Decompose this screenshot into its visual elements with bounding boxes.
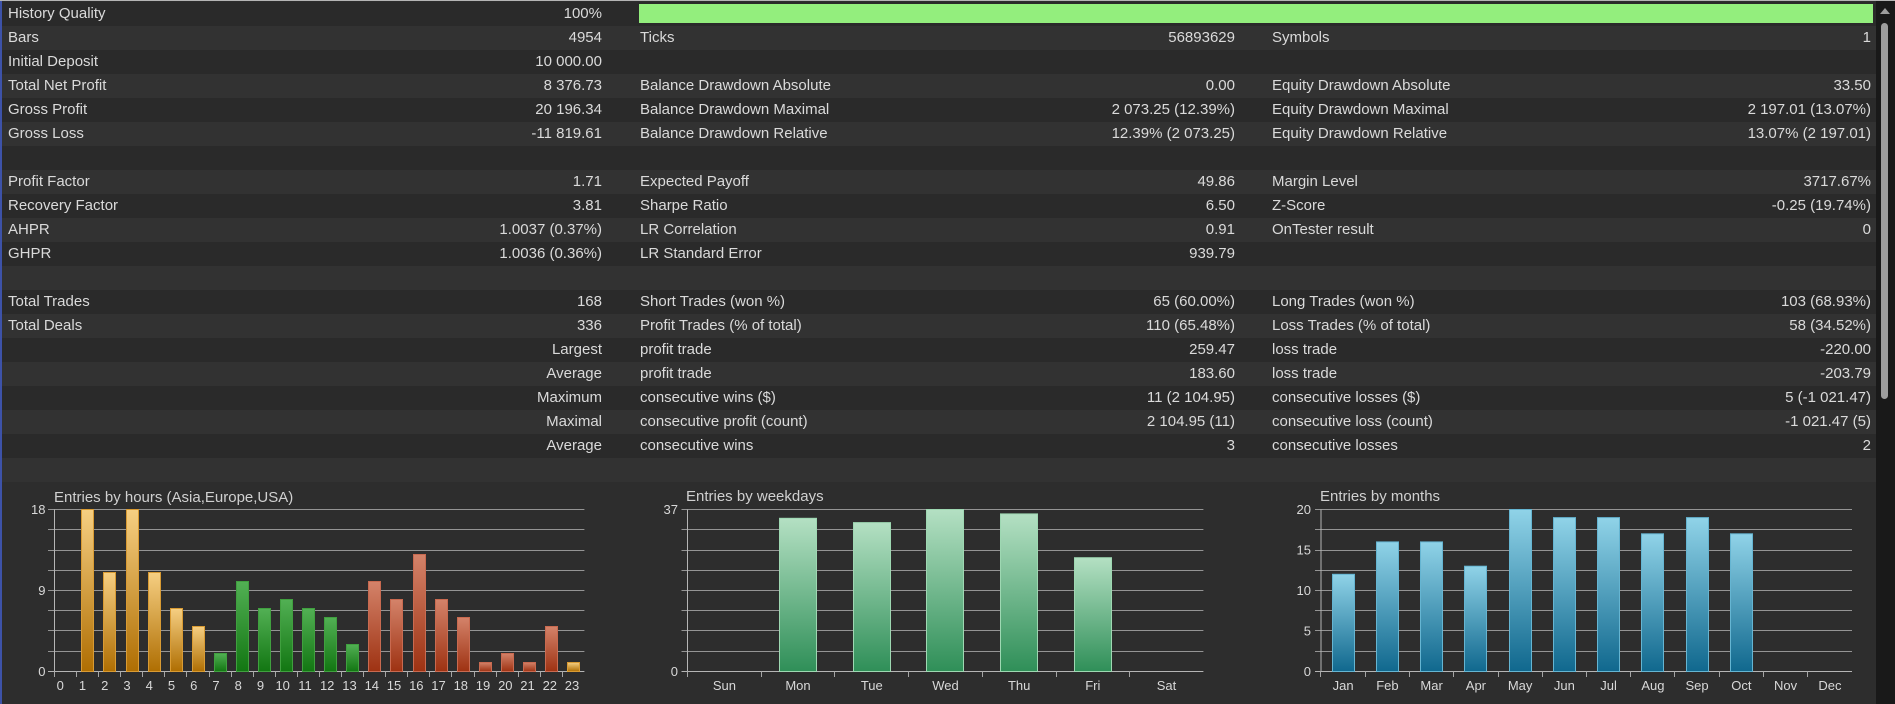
svg-text:16: 16	[409, 678, 423, 693]
svg-text:Entries by hours (Asia,Europe,: Entries by hours (Asia,Europe,USA)	[54, 489, 293, 506]
svg-text:Sun: Sun	[713, 678, 736, 693]
svg-text:May: May	[1508, 678, 1533, 693]
svg-text:20: 20	[1297, 502, 1311, 517]
svg-text:Tue: Tue	[861, 678, 883, 693]
svg-text:20: 20	[498, 678, 512, 693]
svg-text:Thu: Thu	[1008, 678, 1030, 693]
svg-text:Jul: Jul	[1600, 678, 1617, 693]
svg-text:9: 9	[38, 583, 45, 598]
svg-text:17: 17	[431, 678, 445, 693]
svg-text:1: 1	[79, 678, 86, 693]
svg-text:Jan: Jan	[1333, 678, 1354, 693]
svg-text:Sat: Sat	[1157, 678, 1177, 693]
svg-text:0: 0	[671, 664, 678, 679]
svg-text:Wed: Wed	[932, 678, 959, 693]
svg-text:37: 37	[664, 502, 678, 517]
svg-text:14: 14	[365, 678, 379, 693]
svg-text:Dec: Dec	[1818, 678, 1842, 693]
svg-text:Oct: Oct	[1731, 678, 1752, 693]
svg-text:5: 5	[168, 678, 175, 693]
svg-text:10: 10	[1297, 583, 1311, 598]
svg-text:Entries by months: Entries by months	[1320, 488, 1440, 505]
svg-text:22: 22	[543, 678, 557, 693]
svg-text:23: 23	[565, 678, 579, 693]
svg-text:Fri: Fri	[1085, 678, 1100, 693]
svg-text:0: 0	[1304, 664, 1311, 679]
svg-text:Mon: Mon	[785, 678, 810, 693]
svg-text:Jun: Jun	[1554, 678, 1575, 693]
svg-text:Nov: Nov	[1774, 678, 1798, 693]
svg-text:6: 6	[190, 678, 197, 693]
svg-text:10: 10	[275, 678, 289, 693]
svg-text:7: 7	[212, 678, 219, 693]
svg-text:Entries by weekdays: Entries by weekdays	[686, 488, 824, 505]
svg-text:8: 8	[235, 678, 242, 693]
svg-text:3: 3	[123, 678, 130, 693]
svg-text:18: 18	[454, 678, 468, 693]
svg-text:18: 18	[31, 502, 45, 517]
svg-text:0: 0	[57, 678, 64, 693]
svg-text:9: 9	[257, 678, 264, 693]
svg-text:5: 5	[1304, 624, 1311, 639]
svg-text:12: 12	[320, 678, 334, 693]
svg-text:Sep: Sep	[1686, 678, 1709, 693]
svg-text:19: 19	[476, 678, 490, 693]
svg-text:13: 13	[342, 678, 356, 693]
svg-text:15: 15	[387, 678, 401, 693]
svg-text:Feb: Feb	[1376, 678, 1398, 693]
svg-text:4: 4	[146, 678, 153, 693]
svg-text:11: 11	[298, 678, 312, 693]
svg-text:15: 15	[1297, 543, 1311, 558]
svg-text:Mar: Mar	[1420, 678, 1443, 693]
svg-text:2: 2	[101, 678, 108, 693]
svg-text:0: 0	[38, 664, 45, 679]
svg-text:21: 21	[520, 678, 534, 693]
svg-text:Aug: Aug	[1641, 678, 1664, 693]
svg-text:Apr: Apr	[1466, 678, 1487, 693]
